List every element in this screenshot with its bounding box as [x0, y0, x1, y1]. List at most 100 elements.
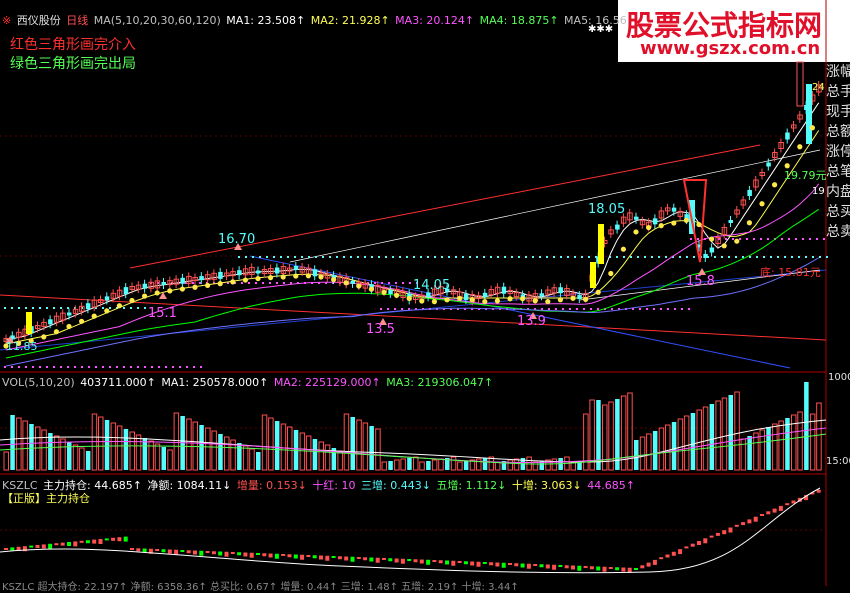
dots-cyan: [630, 256, 632, 258]
volume-bar-up: [154, 443, 161, 471]
trend-dot: [368, 286, 374, 292]
indicator-bar: [608, 567, 613, 569]
indicator-bar: [268, 553, 273, 558]
volume-bar-up: [438, 458, 444, 471]
price-label-bottom: 底: 15.81元: [760, 266, 821, 279]
dots-cyan: [462, 256, 464, 258]
volume-bar-up: [362, 422, 369, 471]
trend-dot: [205, 282, 211, 289]
trend-dot: [305, 273, 311, 279]
dots-cyan: [273, 256, 275, 258]
dots-pink: [548, 308, 550, 310]
volume-bar-down: [652, 431, 658, 470]
dots-cyan: [266, 256, 268, 258]
indicator-bar: [211, 551, 216, 555]
dots-cyan: [525, 256, 527, 258]
indicator-bar: [816, 489, 821, 493]
volume-bar-up: [772, 423, 778, 471]
candle-down: [728, 220, 733, 223]
dots-pink: [255, 282, 257, 284]
indicator-bar: [571, 565, 575, 570]
indicator-bar: [306, 555, 311, 557]
dots-cyan: [721, 256, 723, 258]
indicator-bar: [678, 549, 683, 555]
dots-pink: [788, 238, 790, 240]
indicator-bar: [337, 556, 342, 560]
indicator-bar: [634, 568, 638, 570]
dots-pink: [760, 238, 762, 240]
vol-ma3: MA3: 219306.047↑: [386, 376, 494, 389]
indicator-bar: [659, 557, 664, 560]
candle-down: [85, 303, 91, 310]
dots-pink: [597, 308, 599, 310]
dots-cyan: [322, 256, 324, 258]
dots-cyan: [144, 307, 146, 309]
info-zonge: 总额: [826, 124, 850, 140]
volume-bar-down: [48, 433, 53, 470]
dots-cyan: [46, 307, 48, 309]
dots-cyan: [4, 307, 6, 309]
candle-down: [463, 293, 469, 300]
dots-cyan: [448, 256, 450, 258]
volume-bar-down: [426, 461, 431, 470]
indicator-bar: [741, 522, 746, 526]
dots-pink: [53, 366, 55, 368]
watermark-url: www.gszx.com.cn: [640, 38, 821, 59]
dots-cyan: [826, 256, 828, 258]
trend-dot: [683, 217, 690, 223]
indicator-bar: [287, 554, 292, 558]
volume-bar-up: [753, 432, 759, 471]
indicator-bar: [615, 567, 620, 571]
trend-dot: [217, 281, 223, 287]
trend-dot: [129, 297, 135, 304]
indicator-bar: [413, 559, 418, 563]
candle-down: [501, 286, 507, 294]
dots-pink: [74, 366, 76, 368]
dots-cyan: [343, 256, 345, 258]
info-xianshou: 现手: [826, 104, 850, 120]
volume-bar-up: [211, 430, 217, 471]
indicator-bar: [520, 563, 525, 568]
volume-bar-up: [551, 458, 558, 471]
vol-value: 403711.000↑: [80, 376, 156, 389]
price-label-19: 19: [812, 186, 825, 197]
dots-pink: [541, 308, 543, 310]
dots-pink: [781, 238, 783, 240]
indicator-bar: [564, 565, 569, 569]
indicator-bar: [155, 549, 160, 551]
trend-dot: [646, 224, 652, 231]
volume-bar-down: [463, 461, 469, 470]
period-label[interactable]: 日线: [66, 14, 88, 27]
indicator-bar: [331, 556, 336, 558]
volume-bar-up: [683, 415, 690, 471]
kszlc-jinge: 净额: 1084.11↓: [147, 479, 232, 492]
dots-cyan: [294, 256, 296, 258]
dots-pink: [18, 366, 20, 368]
volume-bar-up: [816, 402, 822, 471]
ma2-value: MA2: 21.928↑: [310, 14, 390, 27]
dots-pink: [46, 366, 48, 368]
dots-pink: [583, 308, 585, 310]
ma-params: MA(5,10,20,30,60,120): [93, 14, 221, 27]
dots-cyan: [441, 256, 443, 258]
stock-name[interactable]: 西仪股份: [17, 14, 61, 27]
indicator-bar: [281, 554, 286, 556]
volume-bar-down: [218, 434, 223, 470]
trend-dot: [772, 182, 778, 188]
dots-cyan: [434, 256, 436, 258]
indicator-bar: [41, 544, 46, 549]
volume-bar-up: [305, 435, 312, 471]
trend-dot: [444, 297, 450, 303]
dots-cyan: [581, 256, 583, 258]
trend-dot: [620, 246, 627, 252]
indicator-bar: [67, 542, 71, 546]
dots-cyan: [777, 256, 779, 258]
dots-cyan: [287, 256, 289, 258]
candle-down: [161, 282, 166, 285]
volume-bar-up: [589, 399, 595, 471]
trend-dot: [494, 298, 500, 304]
indicator-bar: [60, 542, 65, 546]
indicator-bar: [508, 563, 512, 565]
volume-bar-up: [53, 435, 60, 471]
dots-pink: [283, 282, 285, 284]
